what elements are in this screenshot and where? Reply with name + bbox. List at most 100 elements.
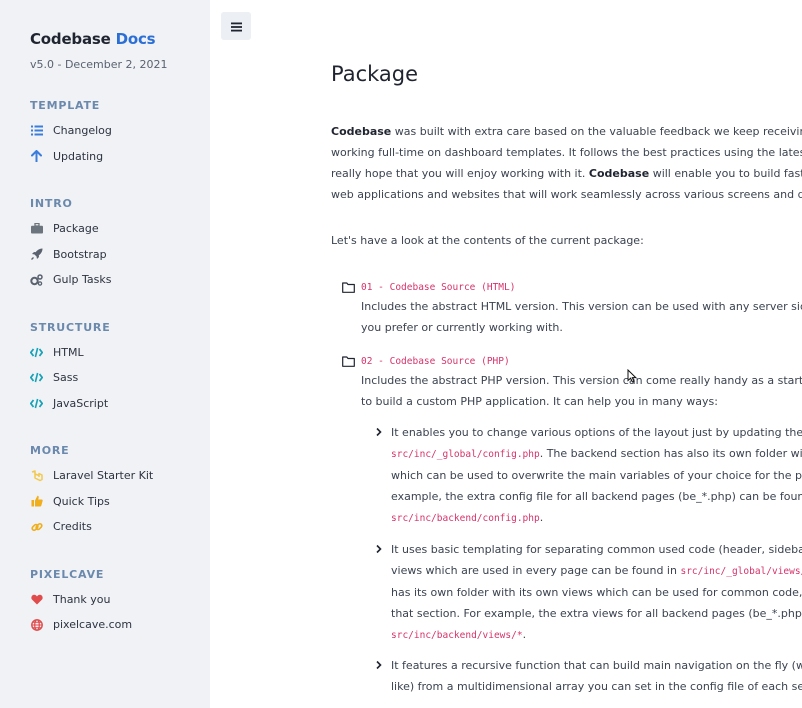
sidebar-item-javascript[interactable]: JavaScript <box>30 391 210 417</box>
views-path: src/inc/_global/views/* <box>680 566 802 577</box>
sidebar-item-thank-you[interactable]: Thank you <box>30 587 210 613</box>
bullet-line: It uses basic templating for separating … <box>391 543 802 556</box>
nav-heading-template: TEMPLATE <box>30 99 101 112</box>
code-icon <box>30 397 43 410</box>
bullet-text-part: . <box>522 628 527 641</box>
sidebar-toggle-button[interactable] <box>221 12 251 40</box>
intro-line: working full-time on dashboard templates… <box>331 146 802 159</box>
sidebar-item-label: Changelog <box>53 124 112 138</box>
heart-icon <box>30 593 43 606</box>
chevron-right-icon <box>375 654 383 673</box>
page-title: Package <box>331 62 419 86</box>
intro-line: really hope that you will enjoy working … <box>331 163 802 184</box>
nav-heading-more: MORE <box>30 444 70 457</box>
description-line: Includes the abstract HTML version. This… <box>361 300 802 313</box>
rocket-icon <box>30 248 43 261</box>
sidebar-item-sass[interactable]: Sass <box>30 365 210 391</box>
sidebar-item-credits[interactable]: Credits <box>30 514 210 540</box>
sidebar: Codebase Docs v5.0 - December 2, 2021 TE… <box>0 0 210 708</box>
sidebar-item-gulp-tasks[interactable]: Gulp Tasks <box>30 267 210 293</box>
sidebar-item-label: Credits <box>53 520 92 534</box>
code-icon <box>30 371 43 384</box>
sidebar-item-label: Bootstrap <box>53 247 107 261</box>
briefcase-icon <box>30 222 43 235</box>
bullet-text: It features a recursive function that ca… <box>391 655 802 697</box>
bullet-line: It features a recursive function that ca… <box>391 659 802 672</box>
brand-title[interactable]: Codebase Docs <box>30 30 210 48</box>
intro-line: Codebase was built with extra care based… <box>331 121 802 142</box>
globe-icon <box>30 618 43 631</box>
description-line: you prefer or currently working with. <box>361 321 563 334</box>
bullet-line: example, the extra config file for all b… <box>391 490 802 503</box>
bullet-text: It uses basic templating for separating … <box>391 539 802 646</box>
bullet-line: src/inc/backend/config.php. <box>391 507 802 529</box>
brand-accent: Docs <box>115 30 156 48</box>
sidebar-item-changelog[interactable]: Changelog <box>30 118 210 144</box>
sidebar-item-label: JavaScript <box>53 396 109 410</box>
link-icon <box>30 520 43 533</box>
sidebar-item-package[interactable]: Package <box>30 216 210 242</box>
nav-heading-structure: STRUCTURE <box>30 320 111 334</box>
bullet-line: views which are used in every page can b… <box>391 560 802 582</box>
config-path: src/inc/_global/config.php <box>391 449 540 460</box>
package-item-title: 02 - Codebase Source (PHP) <box>361 356 510 367</box>
intro-text: was built with extra care based on the v… <box>391 125 802 138</box>
code-icon <box>30 346 43 359</box>
bullet-text-part: . <box>539 511 544 524</box>
bullet-line: It enables you to change various options… <box>391 426 802 439</box>
brand-strong: Codebase <box>588 167 650 180</box>
bullet-text: It enables you to change various options… <box>391 422 802 529</box>
intro-text: will enable you to build fast, b <box>649 167 802 180</box>
sidebar-item-bootstrap[interactable]: Bootstrap <box>30 242 210 268</box>
bullet-line: src/inc/_global/config.php. The backend … <box>391 443 802 465</box>
sidebar-item-pixelcave-com[interactable]: pixelcave.com <box>30 612 210 638</box>
intro-text: really hope that you will enjoy working … <box>331 167 589 180</box>
package-item-title: 01 - Codebase Source (HTML) <box>361 282 516 293</box>
package-item-description: Includes the abstract HTML version. This… <box>361 296 802 338</box>
bullet-text-part: . The backend section has also its own f… <box>539 447 802 460</box>
version-label: v5.0 - December 2, 2021 <box>30 58 168 71</box>
cogs-icon <box>30 273 43 286</box>
folder-icon <box>342 352 355 371</box>
bullet-line: like) from a multidimensional array you … <box>391 680 802 693</box>
intro-line: web applications and websites that will … <box>331 188 802 201</box>
mouse-cursor-icon <box>627 368 638 387</box>
bullet-line: that section. For example, the extra vie… <box>391 607 802 620</box>
package-item-description: Includes the abstract PHP version. This … <box>361 370 802 412</box>
description-line: Includes the abstract PHP version. This … <box>361 374 802 387</box>
nav-heading-pixelcave: PIXELCAVE <box>30 567 105 581</box>
main-content: Package Codebase was built with extra ca… <box>331 0 802 708</box>
sidebar-item-label: Thank you <box>53 592 111 606</box>
brand-strong: Codebase <box>331 125 392 138</box>
views-path: src/inc/backend/views/* <box>391 630 523 641</box>
sidebar-item-label: Package <box>53 222 99 236</box>
sidebar-item-updating[interactable]: Updating <box>30 144 210 170</box>
package-item-html: 01 - Codebase Source (HTML) <box>342 278 515 297</box>
intro-paragraph: Codebase was built with extra care based… <box>331 121 802 205</box>
sidebar-item-label: Updating <box>53 149 104 163</box>
nav-heading-intro: INTRO <box>30 197 73 210</box>
sidebar-item-label: HTML <box>53 345 84 359</box>
list-icon <box>30 124 43 137</box>
sidebar-item-label: Sass <box>53 371 79 385</box>
hamburger-icon <box>230 17 242 36</box>
bullet-line: which can be used to overwrite the main … <box>391 469 802 482</box>
package-item-php: 02 - Codebase Source (PHP) <box>342 352 510 371</box>
sidebar-item-quick-tips[interactable]: Quick Tips <box>30 489 210 515</box>
chevron-right-icon <box>375 421 383 440</box>
sidebar-item-laravel-starter-kit[interactable]: Laravel Starter Kit <box>30 463 210 489</box>
folder-icon <box>342 278 355 297</box>
sidebar-item-html[interactable]: HTML <box>30 340 210 366</box>
lead-text: Let's have a look at the contents of the… <box>331 234 644 247</box>
bullet-line: src/inc/backend/views/*. <box>391 624 802 646</box>
laravel-icon <box>30 469 43 482</box>
sidebar-item-label: Gulp Tasks <box>53 273 112 287</box>
arrow-up-icon <box>30 150 43 163</box>
sidebar-item-label: Quick Tips <box>53 494 110 508</box>
sidebar-item-label: pixelcave.com <box>53 618 133 632</box>
config-path: src/inc/backend/config.php <box>391 513 540 524</box>
thumbs-up-icon <box>30 495 43 508</box>
bullet-text-part: views which are used in every page can b… <box>391 564 681 577</box>
chevron-right-icon <box>375 538 383 557</box>
sidebar-item-label: Laravel Starter Kit <box>53 469 154 483</box>
